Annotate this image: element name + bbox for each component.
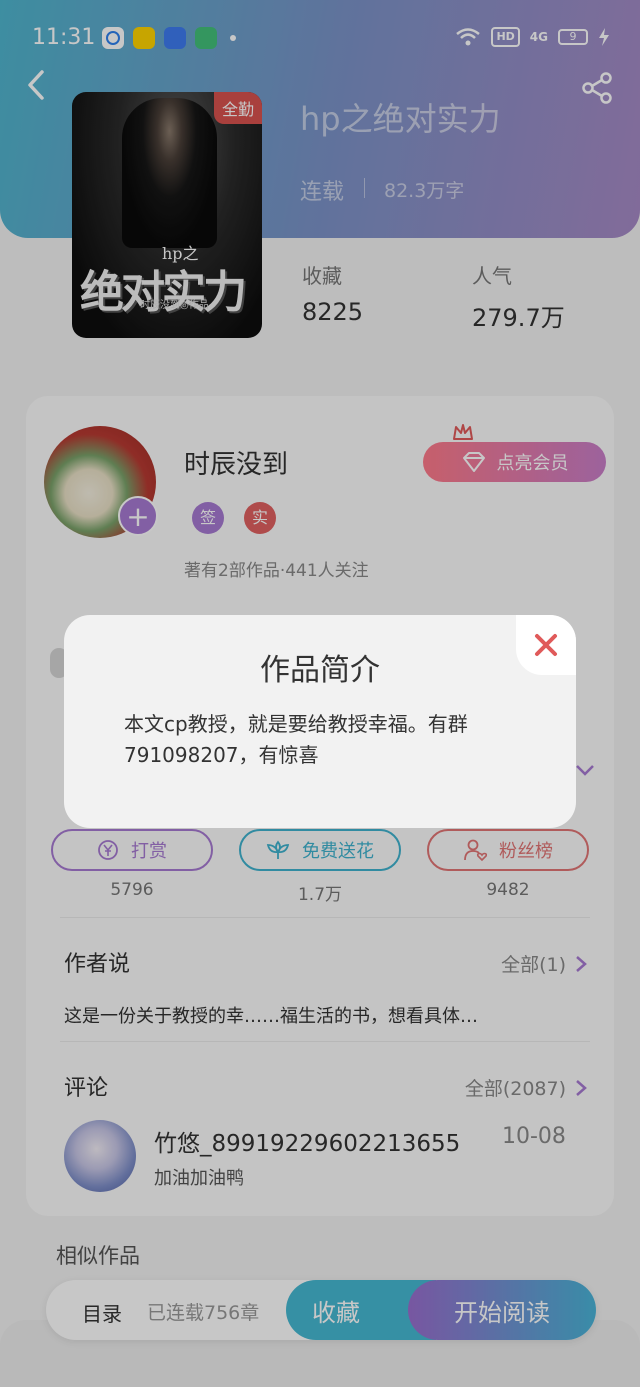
- dialog-title: 作品简介: [260, 653, 380, 688]
- book-detail-page: 11:31 HD 4G 9 全勤 hp之 绝对实力 时辰没到◎作品 hp之绝对实…: [0, 0, 640, 1387]
- close-icon: [535, 634, 557, 656]
- intro-dialog: 作品简介 本文cp教授，就是要给教授幸福。有群791098207，有惊喜: [64, 615, 576, 828]
- dialog-close-button[interactable]: [516, 615, 576, 675]
- dialog-body: 本文cp教授，就是要给教授幸福。有群791098207，有惊喜: [124, 712, 468, 767]
